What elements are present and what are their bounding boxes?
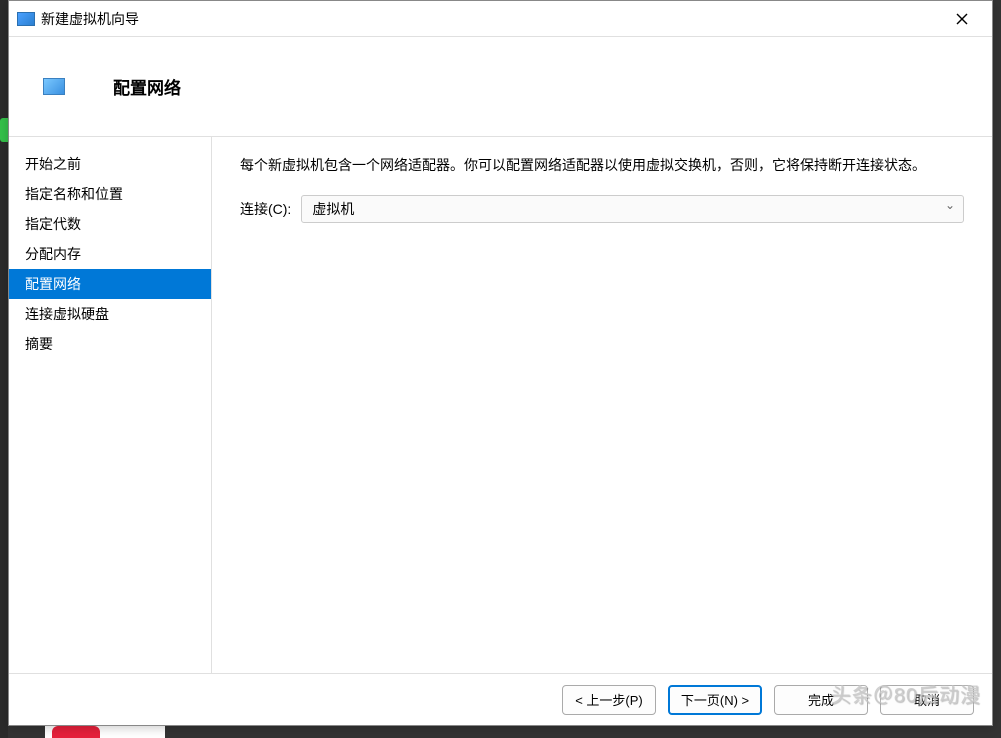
hyperv-icon	[17, 12, 35, 26]
description-text: 每个新虚拟机包含一个网络适配器。你可以配置网络适配器以使用虚拟交换机，否则，它将…	[240, 155, 964, 177]
next-button[interactable]: 下一页(N) >	[668, 685, 762, 715]
sidebar-step-0[interactable]: 开始之前	[9, 149, 211, 179]
titlebar: 新建虚拟机向导	[9, 1, 992, 37]
sidebar-step-1[interactable]: 指定名称和位置	[9, 179, 211, 209]
finish-button[interactable]: 完成	[774, 685, 868, 715]
background-left-strip	[0, 0, 8, 738]
sidebar-step-3[interactable]: 分配内存	[9, 239, 211, 269]
close-button[interactable]	[939, 4, 984, 34]
connection-value: 虚拟机	[312, 199, 354, 219]
sidebar-step-2[interactable]: 指定代数	[9, 209, 211, 239]
cancel-button[interactable]: 取消	[880, 685, 974, 715]
sidebar-step-6[interactable]: 摘要	[9, 329, 211, 359]
page-title: 配置网络	[113, 74, 181, 99]
wizard-dialog: 新建虚拟机向导 配置网络 开始之前指定名称和位置指定代数分配内存配置网络连接虚拟…	[8, 0, 993, 726]
connection-select[interactable]: 虚拟机	[301, 195, 964, 223]
background-red-logo	[52, 726, 100, 738]
connection-row: 连接(C): 虚拟机	[240, 195, 964, 223]
sidebar-step-4[interactable]: 配置网络	[9, 269, 211, 299]
monitor-icon	[43, 78, 65, 95]
connection-label: 连接(C):	[240, 199, 291, 219]
previous-button[interactable]: < 上一步(P)	[562, 685, 656, 715]
wizard-footer: < 上一步(P) 下一页(N) > 完成 取消	[9, 673, 992, 725]
wizard-steps-sidebar: 开始之前指定名称和位置指定代数分配内存配置网络连接虚拟硬盘摘要	[9, 137, 212, 673]
close-icon	[956, 13, 968, 25]
window-title: 新建虚拟机向导	[41, 9, 939, 29]
wizard-body: 开始之前指定名称和位置指定代数分配内存配置网络连接虚拟硬盘摘要 每个新虚拟机包含…	[9, 137, 992, 673]
background-green-dot	[0, 118, 8, 142]
wizard-content: 每个新虚拟机包含一个网络适配器。你可以配置网络适配器以使用虚拟交换机，否则，它将…	[212, 137, 992, 673]
sidebar-step-5[interactable]: 连接虚拟硬盘	[9, 299, 211, 329]
wizard-header: 配置网络	[9, 37, 992, 137]
